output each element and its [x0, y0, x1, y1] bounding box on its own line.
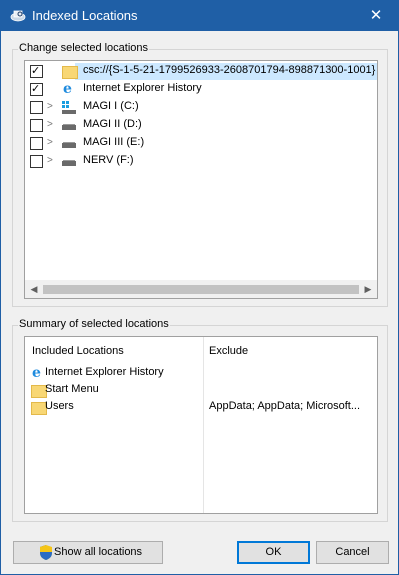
summary-row: e Internet Explorer History — [30, 365, 370, 381]
tree-item-label: NERV (F:) — [83, 154, 134, 166]
location-checkbox[interactable]: ✓ — [30, 83, 43, 96]
drive-icon — [61, 117, 77, 133]
included-location-label: Internet Explorer History — [45, 366, 164, 378]
summary-row: Start Menu — [30, 382, 370, 398]
tree-item-label: Internet Explorer History — [83, 82, 202, 94]
tree-item[interactable]: > MAGI II (D:) — [25, 117, 377, 134]
included-locations-header: Included Locations — [32, 345, 124, 357]
expand-chevron-icon[interactable]: > — [47, 101, 57, 113]
expand-chevron-icon[interactable]: > — [47, 137, 57, 149]
scroll-thumb[interactable] — [43, 285, 359, 294]
tree-item[interactable]: ✓ csc://{S-1-5-21-1799526933-2608701794-8… — [25, 63, 377, 80]
location-checkbox[interactable] — [30, 119, 43, 132]
cancel-button[interactable]: Cancel — [316, 541, 389, 564]
title-bar[interactable]: Indexed Locations ✕ — [1, 1, 398, 31]
location-checkbox[interactable] — [30, 137, 43, 150]
tree-item-label: csc://{S-1-5-21-1799526933-2608701794-89… — [83, 64, 376, 76]
included-location-label: Start Menu — [45, 383, 99, 395]
location-checkbox[interactable]: ✓ — [30, 65, 43, 78]
ok-button[interactable]: OK — [237, 541, 310, 564]
column-divider — [203, 337, 204, 513]
drive-icon — [61, 153, 77, 169]
summary-label: Summary of selected locations — [18, 318, 170, 330]
change-locations-label: Change selected locations — [18, 42, 150, 54]
horizontal-scrollbar[interactable]: ◀ ▶ — [25, 280, 377, 298]
scroll-left-arrow[interactable]: ◀ — [26, 281, 42, 297]
location-checkbox[interactable] — [30, 155, 43, 168]
internet-explorer-icon: e — [32, 365, 41, 381]
exclude-header: Exclude — [209, 345, 249, 357]
folder-icon — [30, 399, 47, 415]
indexed-locations-dialog: Indexed Locations ✕ Change selected loca… — [0, 0, 399, 575]
tree-item[interactable]: > MAGI I (C:) — [25, 99, 377, 116]
location-checkbox[interactable] — [30, 101, 43, 114]
scroll-right-arrow[interactable]: ▶ — [360, 281, 376, 297]
summary-list: Included Locations Exclude e Internet Exp… — [24, 336, 378, 514]
drive-icon — [61, 135, 77, 151]
tree-item-label: MAGI III (E:) — [83, 136, 145, 148]
summary-row: Users AppData; AppData; Microsoft... — [30, 399, 370, 415]
uac-shield-icon — [40, 545, 52, 560]
folder-icon — [61, 63, 78, 79]
close-icon: ✕ — [369, 7, 383, 24]
show-all-locations-button[interactable]: Show all locations — [13, 541, 163, 564]
tree-item[interactable]: > MAGI III (E:) — [25, 135, 377, 152]
internet-explorer-icon: e — [63, 81, 72, 97]
folder-icon — [30, 382, 47, 398]
show-all-locations-label: Show all locations — [54, 546, 143, 558]
tree-item[interactable]: > NERV (F:) — [25, 153, 377, 170]
tree-item[interactable]: ✓ e Internet Explorer History — [25, 81, 377, 98]
checkmark-icon: ✓ — [31, 65, 41, 77]
cancel-label: Cancel — [335, 546, 370, 558]
locations-tree[interactable]: ✓ csc://{S-1-5-21-1799526933-2608701794-8… — [24, 60, 378, 299]
tree-item-label: MAGI I (C:) — [83, 100, 139, 112]
windows-drive-icon — [61, 99, 77, 115]
expand-chevron-icon[interactable]: > — [47, 119, 57, 131]
exclude-value: AppData; AppData; Microsoft... — [209, 400, 361, 412]
close-button[interactable]: ✕ — [354, 1, 398, 31]
window-title: Indexed Locations — [32, 8, 138, 23]
indexing-options-icon — [10, 10, 26, 22]
ok-label: OK — [265, 546, 282, 558]
tree-item-label: MAGI II (D:) — [83, 118, 142, 130]
checkmark-icon: ✓ — [31, 83, 41, 95]
included-location-label: Users — [45, 400, 74, 412]
expand-chevron-icon[interactable]: > — [47, 155, 57, 167]
